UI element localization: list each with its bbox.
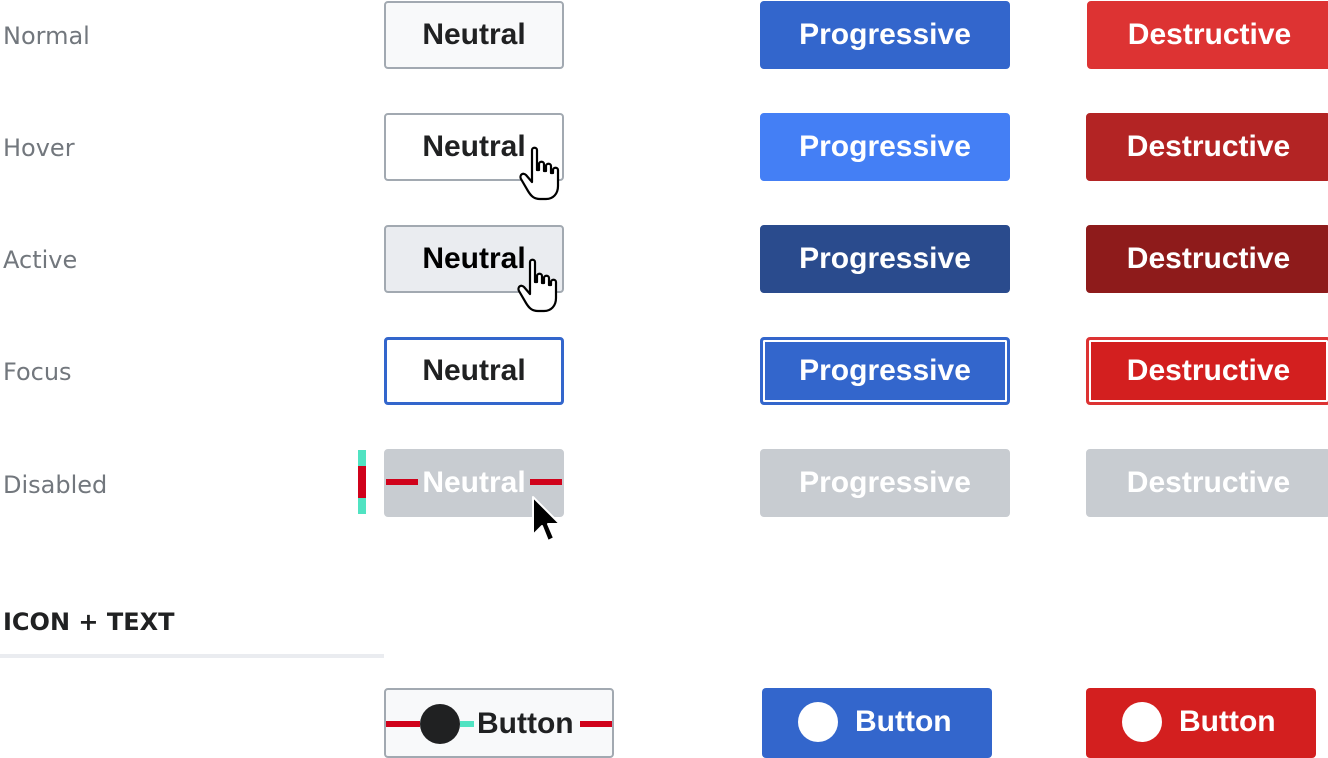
row-label-active: Active (3, 246, 78, 274)
progressive-button-disabled: Progressive (760, 449, 1010, 517)
button-label: Button (855, 705, 952, 738)
section-title: ICON + TEXT (3, 608, 175, 636)
destructive-button-active[interactable]: Destructive (1086, 225, 1328, 293)
section-divider (0, 654, 384, 658)
button-label: Button (1179, 705, 1276, 738)
arrow-pointer-icon (532, 496, 561, 542)
spec-padding-right-marker (530, 479, 562, 485)
row-label-disabled: Disabled (3, 471, 108, 499)
neutral-button-normal[interactable]: Neutral (384, 1, 564, 69)
destructive-button-normal[interactable]: Destructive (1087, 1, 1328, 69)
icon-text-button-destructive[interactable]: Button (1086, 688, 1316, 758)
progressive-button-hover[interactable]: Progressive (760, 113, 1010, 181)
row-label-normal: Normal (3, 22, 90, 50)
icon-text-button-neutral[interactable]: Button (384, 688, 614, 758)
row-label-hover: Hover (3, 134, 75, 162)
destructive-button-disabled: Destructive (1086, 449, 1328, 517)
circle-icon (1122, 702, 1162, 742)
spec-gap-marker (460, 721, 474, 727)
row-label-focus: Focus (3, 358, 72, 386)
spec-padding-left-marker (386, 479, 418, 485)
destructive-button-hover[interactable]: Destructive (1086, 113, 1328, 181)
spec-padding-right-marker (580, 721, 612, 727)
progressive-button-focus[interactable]: Progressive (760, 337, 1010, 405)
spec-padding-left-marker (386, 721, 420, 727)
icon-text-button-progressive[interactable]: Button (762, 688, 992, 758)
hand-pointer-icon (519, 146, 560, 201)
circle-icon (420, 704, 460, 744)
neutral-button-focus[interactable]: Neutral (384, 337, 564, 405)
destructive-button-focus[interactable]: Destructive (1086, 337, 1328, 405)
progressive-button-active[interactable]: Progressive (760, 225, 1010, 293)
circle-icon (798, 702, 838, 742)
hand-pointer-icon (517, 258, 558, 313)
spec-height-marker (358, 466, 366, 498)
button-label: Button (477, 707, 574, 740)
progressive-button-normal[interactable]: Progressive (760, 1, 1010, 69)
